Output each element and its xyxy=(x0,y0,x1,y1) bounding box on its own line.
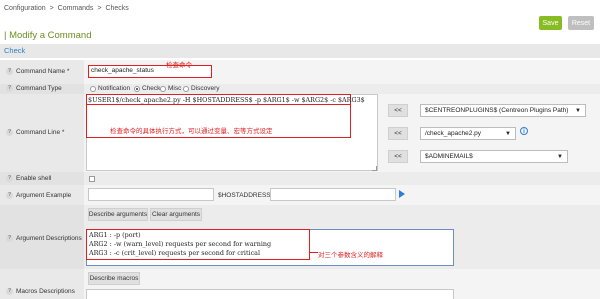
argument-line-3: ARG3 : -c (crit_level) requests per seco… xyxy=(89,249,260,257)
command-type-label: Command Type xyxy=(16,85,62,92)
play-icon[interactable] xyxy=(399,190,405,198)
breadcrumb-separator: > xyxy=(49,5,54,12)
host-address-input[interactable] xyxy=(270,188,396,201)
radio-discovery-label: Discovery xyxy=(191,85,220,92)
radio-check-label: Check xyxy=(142,85,161,92)
argument-descriptions-annotation: 对三个参数含义的解释 xyxy=(318,251,383,259)
command-line-annotation: 检查命令的具体执行方式，可以通过变量、宏等方式设定 xyxy=(110,127,273,135)
breadcrumb-commands[interactable]: Commands xyxy=(58,5,94,12)
insert-variable-button[interactable]: << xyxy=(388,150,408,163)
breadcrumb: Configuration > Commands > Checks xyxy=(4,5,131,12)
help-icon[interactable]: ? xyxy=(6,85,13,92)
section-title: Check xyxy=(0,44,600,58)
command-name-annotation: 检查命令 xyxy=(166,61,192,69)
command-name-input[interactable]: check_apache_status xyxy=(88,65,212,78)
macros-descriptions-label: Macros Descriptions xyxy=(16,288,75,295)
describe-arguments-button[interactable]: Describe arguments xyxy=(88,208,148,221)
save-button[interactable]: Save xyxy=(539,16,562,30)
plugin-select-value: /check_apache2.py xyxy=(425,130,482,137)
command-name-label: Command Name * xyxy=(16,68,70,75)
variable-select-value: $ADMINEMAIL$ xyxy=(425,153,473,160)
variable-select[interactable]: $ADMINEMAIL$ ▼ xyxy=(420,150,568,163)
page-title: | Modify a Command xyxy=(4,30,92,41)
help-icon[interactable]: ? xyxy=(6,68,13,75)
breadcrumb-separator: > xyxy=(97,5,102,12)
macros-descriptions-textarea[interactable] xyxy=(86,289,454,299)
plugins-path-select[interactable]: $CENTREONPLUGINS$ (Centreon Plugins Path… xyxy=(420,104,586,117)
chevron-down-icon: ▼ xyxy=(557,154,563,160)
command-line-text: $USER1$/check_apache2.py -H $HOSTADDRESS… xyxy=(88,96,365,104)
insert-macro-button[interactable]: << xyxy=(388,104,408,117)
breadcrumb-checks[interactable]: Checks xyxy=(105,5,128,12)
radio-misc[interactable] xyxy=(160,86,166,92)
chevron-down-icon: ▼ xyxy=(575,108,581,114)
enable-shell-label: Enable shell xyxy=(16,175,52,182)
radio-check[interactable] xyxy=(134,86,140,92)
argument-line-1: ARG1 : -p (port) xyxy=(89,231,141,239)
help-icon[interactable]: ? xyxy=(6,175,13,182)
insert-plugin-button[interactable]: << xyxy=(388,127,408,140)
radio-notification[interactable] xyxy=(90,86,96,92)
argument-example-label: Argument Example xyxy=(16,192,72,199)
argument-example-input[interactable] xyxy=(88,188,214,201)
radio-misc-label: Misc xyxy=(168,85,182,92)
describe-macros-button[interactable]: Describe macros xyxy=(88,272,140,285)
radio-discovery[interactable] xyxy=(183,86,189,92)
plugin-select[interactable]: /check_apache2.py ▼ xyxy=(420,127,516,140)
help-icon[interactable]: ? xyxy=(6,192,13,199)
help-icon[interactable]: ? xyxy=(6,235,13,242)
argument-line-2: ARG2 : -w (warn_level) requests per seco… xyxy=(89,240,272,248)
radio-notification-label: Notification xyxy=(98,85,131,92)
annotation-pointer-line xyxy=(310,252,318,253)
resize-handle-icon[interactable] xyxy=(372,166,377,171)
help-icon[interactable]: ? xyxy=(6,129,13,136)
host-address-label: $HOSTADDRESS$ xyxy=(218,192,275,199)
clear-arguments-button[interactable]: Clear arguments xyxy=(150,208,202,221)
breadcrumb-configuration[interactable]: Configuration xyxy=(4,5,46,12)
help-icon[interactable]: ? xyxy=(6,288,13,295)
chevron-down-icon: ▼ xyxy=(505,131,511,137)
info-icon[interactable]: i xyxy=(520,127,528,135)
argument-descriptions-label: Argument Descriptions xyxy=(16,235,82,242)
plugins-path-select-value: $CENTREONPLUGINS$ (Centreon Plugins Path… xyxy=(425,107,569,114)
enable-shell-checkbox[interactable] xyxy=(89,176,95,182)
reset-button[interactable]: Reset xyxy=(568,16,594,30)
command-line-label: Command Line * xyxy=(16,129,65,136)
